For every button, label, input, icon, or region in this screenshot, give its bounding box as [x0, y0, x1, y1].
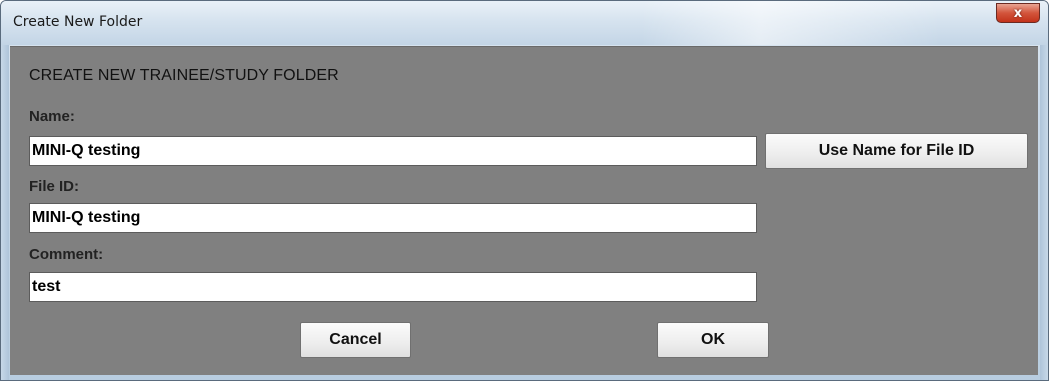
- close-icon: x: [1013, 5, 1023, 21]
- window-frame-right: [1040, 45, 1048, 380]
- use-name-for-file-id-button[interactable]: Use Name for File ID: [765, 133, 1028, 169]
- name-label: Name:: [29, 108, 75, 125]
- comment-input[interactable]: [29, 272, 757, 302]
- cancel-button[interactable]: Cancel: [300, 322, 411, 358]
- ok-button[interactable]: OK: [657, 322, 769, 358]
- dialog-heading: CREATE NEW TRAINEE/STUDY FOLDER: [29, 67, 339, 84]
- comment-label: Comment:: [29, 246, 104, 263]
- dialog-panel: CREATE NEW TRAINEE/STUDY FOLDER Name: Us…: [10, 46, 1038, 375]
- title-bar-glass: [641, 1, 941, 45]
- file-id-input[interactable]: [29, 203, 757, 233]
- create-folder-window: Create New Folder x CREATE NEW TRAINEE/S…: [0, 0, 1049, 381]
- window-frame-left: [1, 45, 9, 380]
- title-bar[interactable]: Create New Folder x: [1, 1, 1048, 45]
- window-title: Create New Folder: [13, 14, 143, 30]
- file-id-label: File ID:: [29, 178, 80, 195]
- close-button[interactable]: x: [996, 3, 1040, 23]
- name-input[interactable]: [29, 136, 757, 166]
